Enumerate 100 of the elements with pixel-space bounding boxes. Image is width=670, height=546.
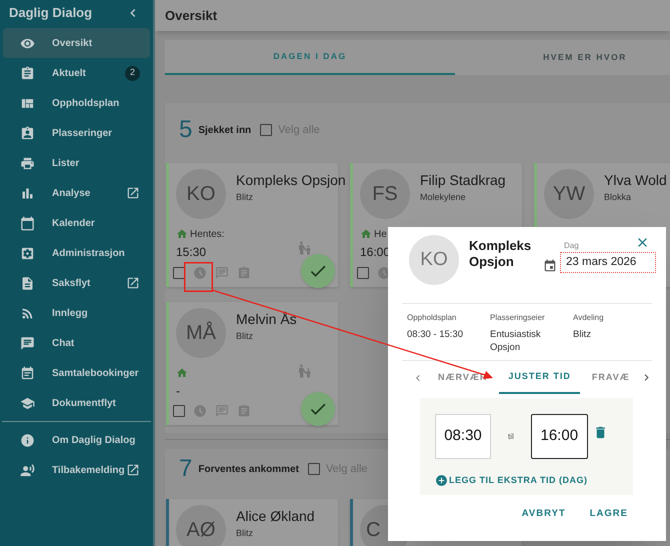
nav-label: Plasseringer [52,126,114,140]
nav-item[interactable]: Administrasjon [3,238,150,268]
dialog-tab[interactable]: FRAVÆ [590,361,632,394]
app-title: Daglig Dialog [9,4,94,22]
calendar-icon[interactable] [543,259,557,273]
nav-item[interactable]: Aktuelt 2 [3,58,150,88]
nav-item[interactable]: Innlegg [3,298,150,328]
calendar-icon [20,366,35,380]
child-name: Ylva Wold [604,171,667,189]
adult-child-icon [297,363,313,379]
nav-item[interactable]: Oppholdsplan [3,88,150,118]
nav-item[interactable]: Om Daglig Dialog [3,425,150,455]
printer-icon [20,156,35,170]
count-badge: 2 [125,66,140,80]
child-name: Alice Økland [236,507,315,525]
nav-label: Aktuelt [52,66,87,80]
clipboard-icon [20,66,35,80]
page-title: Oversikt [165,6,218,25]
checkbox[interactable] [308,463,320,475]
badge-icon [20,126,35,140]
nav-label: Analyse [52,186,92,200]
nav-item[interactable]: Tilbakemelding [3,455,150,485]
nav-label: Samtalebookinger [52,366,140,380]
til-label: til [508,430,514,442]
section-label: Forventes ankommet [198,462,299,476]
external-link-icon[interactable] [126,463,140,477]
nav-label: Oppholdsplan [52,96,120,110]
nav-item[interactable]: Chat [3,328,150,358]
checkbox[interactable] [173,405,185,417]
count: 5 [179,118,192,142]
external-link-icon[interactable] [126,186,140,200]
add-time-link[interactable]: LEGG TIL EKSTRA TID (DAG) [435,474,633,488]
child-card[interactable]: AØ Alice Økland Blitz [166,499,338,546]
calendar-icon [20,216,35,230]
checkbox[interactable] [173,267,185,279]
speaking-person-icon [20,462,35,478]
count: 7 [179,457,192,481]
graduation-cap-icon [20,396,35,410]
checkbox[interactable] [260,124,272,136]
clipboard-icon[interactable] [237,266,251,280]
dialog-tab[interactable]: JUSTER TID [499,361,580,394]
info-value: Blitz [573,328,592,341]
tab[interactable]: HVEM ER HVOR [485,40,670,75]
clipboard-icon[interactable] [237,404,251,418]
nav-label: Innlegg [52,306,89,320]
bar-chart-icon [20,186,35,200]
pickup-time: 15:30 [176,244,206,261]
external-link-icon[interactable] [126,276,140,290]
date-value: 23 mars 2026 [566,254,636,270]
check-in-button[interactable] [301,392,335,426]
nav-item[interactable]: Saksflyt [3,268,150,298]
nav-item[interactable]: Plasseringer [3,118,150,148]
pickup-label: He [374,228,387,242]
nav-item[interactable]: Samtalebookinger [3,358,150,388]
gear-icon [20,246,35,260]
plus-icon [435,474,448,488]
child-card[interactable]: MÅ Melvin Ås Blitz - [166,302,338,425]
pickup-time: - [176,383,180,400]
group-name: Blitz [236,330,254,343]
chat-icon [20,336,35,350]
start-time-field[interactable]: 08:30 [435,414,491,459]
nav-label: Lister [52,156,80,170]
nav-label: Administrasjon [52,246,126,260]
dialog-button[interactable]: AVBRYT [522,507,566,522]
nav-label: Chat [52,336,76,350]
dialog-button[interactable]: LAGRE [590,507,628,522]
nav-item[interactable]: Dokumentflyt [3,388,150,418]
info-label: Plasseringseier [490,312,546,324]
highlight-box [184,262,213,292]
home-icon [176,367,188,379]
section-label: Sjekket inn [198,124,252,138]
nav-item[interactable]: Kalender [3,208,150,238]
nav-label: Saksflyt [52,276,92,290]
home-icon [360,228,372,240]
child-name: Filip Stadkrag [420,171,506,189]
nav-label: Tilbakemelding [52,464,126,478]
nav-label: Oversikt [52,36,94,50]
nav-label: Kalender [52,216,96,230]
child-name: Melvin Ås [236,310,297,328]
group-name: Blokka [604,191,632,204]
home-icon [176,228,188,240]
document-icon [20,276,35,290]
group-name: Molekylene [420,191,467,204]
pickup-label: Hentes: [190,228,224,242]
date-label: Dag [564,240,579,252]
nav-item[interactable]: Analyse [3,178,150,208]
nav-item[interactable]: Oversikt [3,28,150,58]
info-label: Oppholdsplan [407,312,458,324]
checkbox[interactable] [357,267,369,279]
nav-item[interactable]: Lister [3,148,150,178]
check-in-button[interactable] [301,254,335,288]
end-time-field[interactable]: 16:00 [530,414,588,459]
info-value: 08:30 - 15:30 [407,328,464,341]
info-icon [20,432,35,448]
nav-label: Om Daglig Dialog [52,434,136,448]
group-name: Blitz [236,191,254,204]
child-name: Kompleks Opsjon [236,171,346,189]
nav-label: Dokumentflyt [52,396,117,410]
adult-child-icon [297,240,313,256]
group-name: Blitz [236,527,254,540]
